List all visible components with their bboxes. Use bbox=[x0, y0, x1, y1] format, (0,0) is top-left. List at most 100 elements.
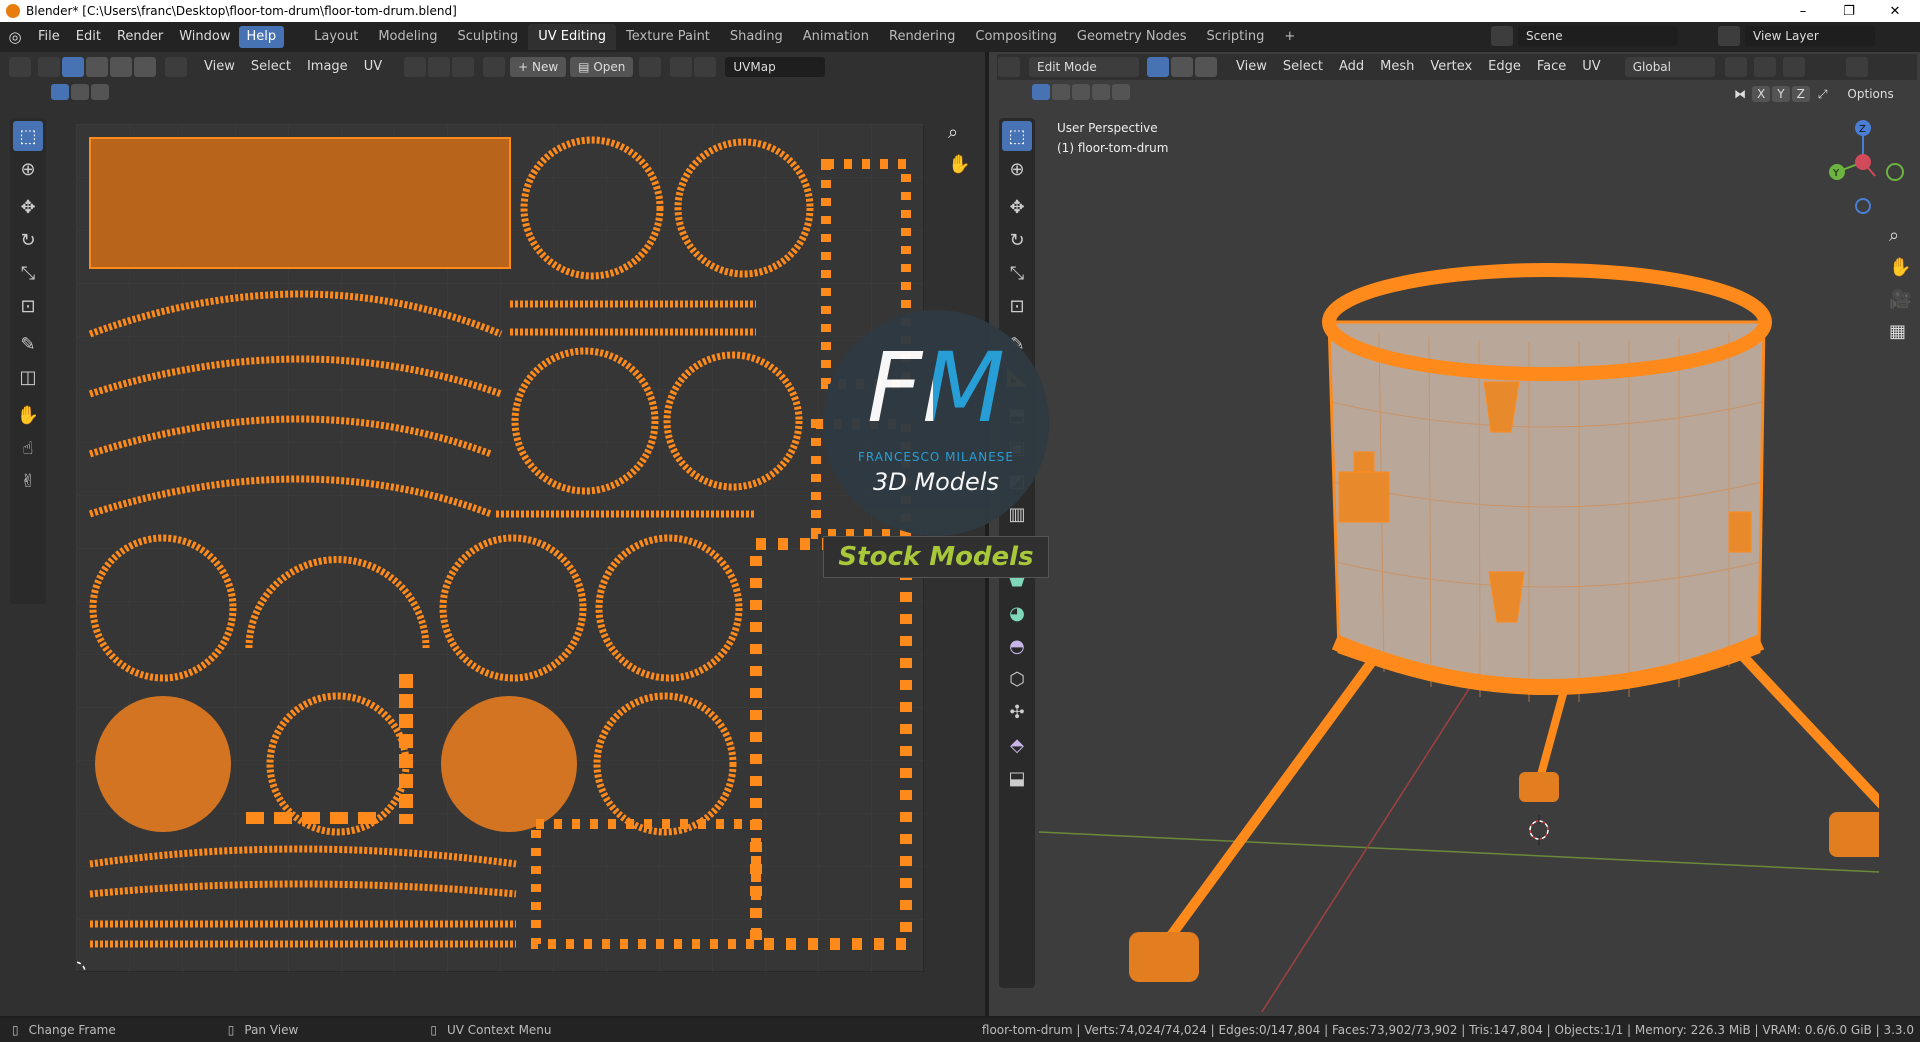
rip-tool-icon[interactable]: ◫ bbox=[13, 362, 43, 392]
uv-snap-icon[interactable] bbox=[670, 57, 693, 77]
mode-dropdown[interactable]: Edit Mode bbox=[1029, 57, 1139, 77]
vp-select-intersect-icon[interactable] bbox=[1112, 84, 1130, 100]
overlay-icon[interactable] bbox=[694, 57, 717, 77]
vp-select-invert-icon[interactable] bbox=[1092, 84, 1110, 100]
rotate-tool-icon[interactable]: ↻ bbox=[13, 225, 43, 255]
blender-menu-icon[interactable]: ◎ bbox=[0, 28, 30, 46]
cursor-tool-icon[interactable]: ⊕ bbox=[13, 154, 43, 184]
pin-icon[interactable] bbox=[639, 57, 662, 77]
vp-menu-mesh[interactable]: Mesh bbox=[1372, 56, 1422, 78]
uv-menu-uv[interactable]: UV bbox=[356, 56, 390, 78]
rip-region-tool-icon[interactable]: ⬓ bbox=[1002, 763, 1032, 793]
select-tool-icon[interactable]: ⬚ bbox=[13, 121, 43, 151]
grab-tool-icon[interactable]: ✋ bbox=[13, 400, 43, 430]
uv-menu-view[interactable]: View bbox=[196, 56, 243, 78]
tab-scripting[interactable]: Scripting bbox=[1197, 24, 1275, 50]
vp-zoom-icon[interactable]: ⌕ bbox=[1889, 220, 1911, 252]
vp-proportional-icon[interactable] bbox=[1782, 57, 1805, 77]
mirror-y-toggle[interactable]: Y bbox=[1772, 86, 1790, 102]
tab-animation[interactable]: Animation bbox=[793, 24, 879, 50]
vp-cursor-tool-icon[interactable]: ⊕ bbox=[1002, 154, 1032, 184]
new-image-button[interactable]: + New bbox=[510, 57, 567, 77]
tab-sculpting[interactable]: Sculpting bbox=[447, 24, 528, 50]
vp-select-subtract-icon[interactable] bbox=[1072, 84, 1090, 100]
options-dropdown[interactable]: Options bbox=[1839, 84, 1902, 104]
viewport-editor-type-icon[interactable] bbox=[998, 57, 1020, 77]
pivot-point-icon[interactable] bbox=[1724, 57, 1747, 77]
vp-menu-edge[interactable]: Edge bbox=[1480, 56, 1529, 78]
edge-mode-icon[interactable] bbox=[1171, 57, 1193, 77]
view-layer-field[interactable]: View Layer bbox=[1745, 26, 1875, 46]
open-image-button[interactable]: ▤ Open bbox=[570, 57, 634, 77]
shear-tool-icon[interactable]: ⬘ bbox=[1002, 730, 1032, 760]
snap-icon[interactable] bbox=[428, 57, 451, 77]
edge-select-icon[interactable] bbox=[86, 57, 108, 77]
tab-texture-paint[interactable]: Texture Paint bbox=[616, 24, 720, 50]
close-button[interactable]: ✕ bbox=[1872, 0, 1918, 22]
uv-canvas[interactable] bbox=[76, 124, 924, 972]
image-browse-icon[interactable] bbox=[483, 57, 506, 77]
menu-render[interactable]: Render bbox=[109, 26, 171, 48]
vp-select-extend-icon[interactable] bbox=[1052, 84, 1070, 100]
vp-menu-vertex[interactable]: Vertex bbox=[1422, 56, 1480, 78]
spin-tool-icon[interactable]: ◕ bbox=[1002, 598, 1032, 628]
tab-layout[interactable]: Layout bbox=[304, 24, 368, 50]
vp-menu-face[interactable]: Face bbox=[1529, 56, 1574, 78]
relax-tool-icon[interactable]: ☝ bbox=[13, 433, 43, 463]
face-mode-icon[interactable] bbox=[1195, 57, 1217, 77]
vp-menu-view[interactable]: View bbox=[1228, 56, 1275, 78]
vp-select-box-icon[interactable] bbox=[1032, 84, 1050, 100]
visibility-icon[interactable] bbox=[1845, 57, 1868, 77]
orientation-dropdown[interactable]: Global bbox=[1624, 57, 1715, 77]
sync-selection-icon[interactable] bbox=[38, 57, 60, 77]
menu-window[interactable]: Window bbox=[171, 26, 238, 48]
transform-tool-icon[interactable]: ⊡ bbox=[13, 291, 43, 321]
restore-button[interactable]: ❐ bbox=[1826, 0, 1872, 22]
face-select-icon[interactable] bbox=[110, 57, 132, 77]
tab-uv-editing[interactable]: UV Editing bbox=[528, 24, 617, 50]
vp-rotate-tool-icon[interactable]: ↻ bbox=[1002, 225, 1032, 255]
vp-select-tool-icon[interactable]: ⬚ bbox=[1002, 121, 1032, 151]
mirror-x-toggle[interactable]: X bbox=[1752, 86, 1771, 102]
annotate-tool-icon[interactable]: ✎ bbox=[13, 329, 43, 359]
island-select-icon[interactable] bbox=[134, 57, 156, 77]
menu-edit[interactable]: Edit bbox=[68, 26, 109, 48]
ortho-toggle-icon[interactable]: ▦ bbox=[1889, 316, 1911, 348]
mirror-z-toggle[interactable]: Z bbox=[1791, 86, 1810, 102]
select-extend-icon[interactable] bbox=[71, 84, 89, 100]
edge-slide-tool-icon[interactable]: ⬡ bbox=[1002, 664, 1032, 694]
gizmo-x-icon[interactable] bbox=[1855, 154, 1871, 170]
move-tool-icon[interactable]: ✥ bbox=[13, 192, 43, 222]
vp-transform-tool-icon[interactable]: ⊡ bbox=[1002, 291, 1032, 321]
tab-rendering[interactable]: Rendering bbox=[879, 24, 965, 50]
vp-move-tool-icon[interactable]: ✥ bbox=[1002, 192, 1032, 222]
tab-shading[interactable]: Shading bbox=[720, 24, 793, 50]
shrink-fatten-tool-icon[interactable]: ✣ bbox=[1002, 697, 1032, 727]
mirror-icon[interactable]: ⧓ bbox=[1734, 87, 1746, 101]
add-workspace-button[interactable]: + bbox=[1274, 24, 1305, 50]
proportional-icon[interactable] bbox=[452, 57, 475, 77]
3d-cursor-icon[interactable] bbox=[1529, 815, 1549, 845]
menu-help[interactable]: Help bbox=[238, 26, 285, 48]
vp-snap-icon[interactable] bbox=[1753, 57, 1776, 77]
select-subtract-icon[interactable] bbox=[91, 84, 109, 100]
sticky-select-icon[interactable] bbox=[165, 57, 187, 77]
vp-menu-add[interactable]: Add bbox=[1331, 56, 1372, 78]
vp-pan-icon[interactable]: ✋ bbox=[1889, 252, 1911, 284]
scene-icon[interactable] bbox=[1491, 26, 1513, 46]
pinch-tool-icon[interactable]: ✌ bbox=[13, 466, 43, 496]
gizmo-neg-y-icon[interactable] bbox=[1886, 163, 1904, 181]
vertex-select-icon[interactable] bbox=[62, 57, 84, 77]
pivot-icon[interactable] bbox=[404, 57, 427, 77]
tab-geometry-nodes[interactable]: Geometry Nodes bbox=[1067, 24, 1197, 50]
smooth-tool-icon[interactable]: ◓ bbox=[1002, 631, 1032, 661]
scale-tool-icon[interactable]: ⤡ bbox=[13, 258, 43, 288]
view-layer-icon[interactable] bbox=[1718, 26, 1740, 46]
select-box-icon[interactable] bbox=[51, 84, 69, 100]
uvmap-field[interactable]: UVMap bbox=[725, 57, 826, 77]
uv-menu-select[interactable]: Select bbox=[243, 56, 299, 78]
vp-scale-tool-icon[interactable]: ⤡ bbox=[1002, 258, 1032, 288]
uv-zoom-icon[interactable]: ⌕ bbox=[948, 122, 958, 143]
editor-type-icon[interactable] bbox=[9, 57, 31, 77]
vp-menu-uv[interactable]: UV bbox=[1574, 56, 1608, 78]
